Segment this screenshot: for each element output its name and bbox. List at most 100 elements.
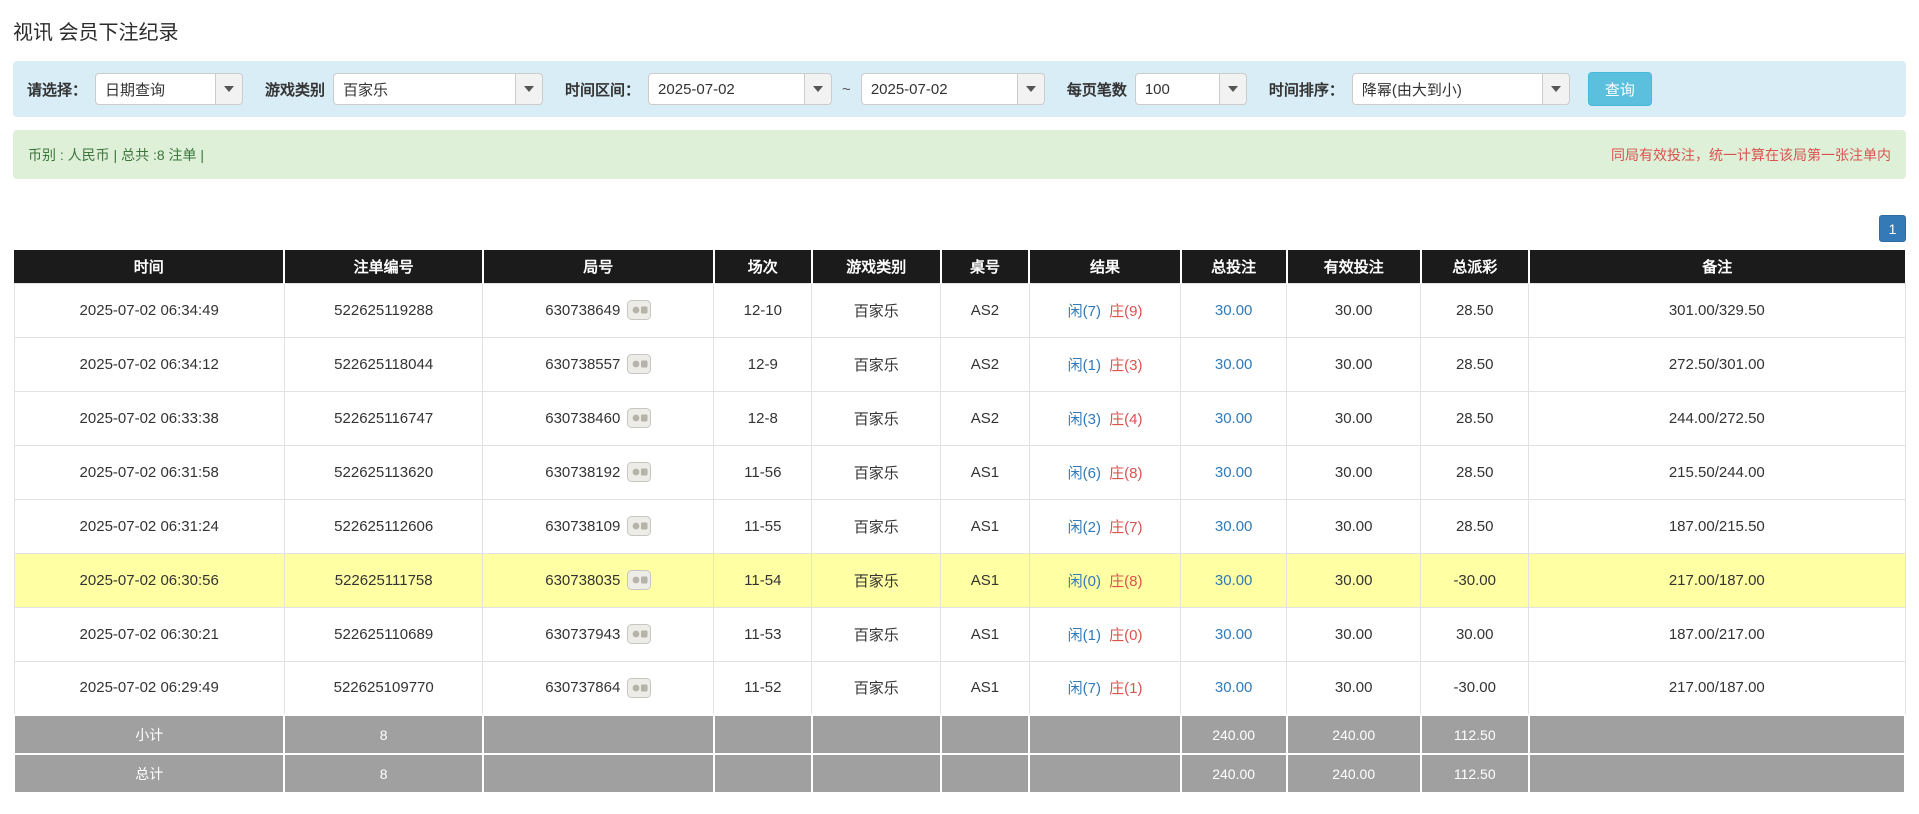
- payout-cell: 28.50: [1421, 499, 1529, 553]
- replay-icon[interactable]: [627, 624, 651, 644]
- sort-label: 时间排序：: [1269, 79, 1344, 100]
- date-from-input[interactable]: [648, 73, 804, 105]
- total-bet-link[interactable]: 30.00: [1215, 626, 1253, 643]
- total-bet-link[interactable]: 30.00: [1215, 464, 1253, 481]
- round-cell: 630737943: [483, 607, 714, 661]
- query-button[interactable]: 查询: [1588, 72, 1652, 106]
- session-cell: 11-56: [714, 445, 812, 499]
- time-cell: 2025-07-02 06:31:24: [14, 499, 284, 553]
- table-no-cell: AS1: [941, 553, 1030, 607]
- date-to-input[interactable]: [861, 73, 1017, 105]
- round-id: 630737864: [545, 679, 620, 696]
- session-cell: 11-54: [714, 553, 812, 607]
- date-to-dropdown-button[interactable]: [1017, 73, 1045, 105]
- game-type-cell: 百家乐: [812, 337, 941, 391]
- header-result: 结果: [1029, 250, 1180, 283]
- total-bet-cell: 30.00: [1181, 391, 1287, 445]
- replay-icon[interactable]: [627, 678, 651, 698]
- replay-icon[interactable]: [627, 354, 651, 374]
- header-bet-id: 注单编号: [284, 250, 483, 283]
- session-cell: 11-52: [714, 661, 812, 715]
- round-id: 630738109: [545, 518, 620, 535]
- empty-cell: [1529, 715, 1905, 754]
- query-type-combobox: [95, 73, 243, 105]
- summary-row: 小计 8 240.00 240.00 112.50: [14, 715, 1905, 754]
- game-type-cell: 百家乐: [812, 661, 941, 715]
- sort-combobox: [1352, 73, 1570, 105]
- time-cell: 2025-07-02 06:34:49: [14, 283, 284, 337]
- game-type-input[interactable]: [333, 73, 515, 105]
- valid-bet-cell: 30.00: [1287, 553, 1421, 607]
- page-title: 视讯 会员下注纪录: [13, 16, 1906, 45]
- empty-cell: [812, 715, 941, 754]
- table-no-cell: AS2: [941, 283, 1030, 337]
- summary-valid-bet-cell: 240.00: [1287, 754, 1421, 793]
- date-from-dropdown-button[interactable]: [804, 73, 832, 105]
- result-banker: 庄(1): [1109, 680, 1142, 697]
- total-bet-link[interactable]: 30.00: [1215, 410, 1253, 427]
- replay-icon[interactable]: [627, 300, 651, 320]
- bet-id-cell: 522625109770: [284, 661, 483, 715]
- result-player: 闲(1): [1068, 357, 1101, 374]
- result-player: 闲(0): [1068, 573, 1101, 590]
- replay-icon[interactable]: [627, 408, 651, 428]
- result-banker: 庄(7): [1109, 519, 1142, 536]
- sort-dropdown-button[interactable]: [1542, 73, 1570, 105]
- summary-valid-bet-cell: 240.00: [1287, 715, 1421, 754]
- page-number-button[interactable]: 1: [1879, 215, 1906, 242]
- table-row: 2025-07-02 06:33:38 522625116747 6307384…: [14, 391, 1905, 445]
- bet-id-cell: 522625118044: [284, 337, 483, 391]
- result-player: 闲(1): [1068, 627, 1101, 644]
- table-no-cell: AS2: [941, 337, 1030, 391]
- valid-bet-cell: 30.00: [1287, 499, 1421, 553]
- time-cell: 2025-07-02 06:33:38: [14, 391, 284, 445]
- bet-id-cell: 522625112606: [284, 499, 483, 553]
- total-bet-link[interactable]: 30.00: [1215, 518, 1253, 535]
- summary-label-cell: 小计: [14, 715, 284, 754]
- page-size-input[interactable]: [1135, 73, 1219, 105]
- caret-down-icon: [224, 86, 234, 92]
- note-cell: 244.00/272.50: [1529, 391, 1905, 445]
- header-round-id: 局号: [483, 250, 714, 283]
- note-cell: 301.00/329.50: [1529, 283, 1905, 337]
- payout-cell: -30.00: [1421, 553, 1529, 607]
- result-cell: 闲(7) 庄(1): [1029, 661, 1180, 715]
- result-cell: 闲(0) 庄(8): [1029, 553, 1180, 607]
- empty-cell: [941, 715, 1030, 754]
- caret-down-icon: [813, 86, 823, 92]
- total-bet-link[interactable]: 30.00: [1215, 356, 1253, 373]
- empty-cell: [941, 754, 1030, 793]
- total-bet-link[interactable]: 30.00: [1215, 302, 1253, 319]
- payout-cell: -30.00: [1421, 661, 1529, 715]
- total-bet-cell: 30.00: [1181, 445, 1287, 499]
- caret-down-icon: [524, 86, 534, 92]
- page-size-dropdown-button[interactable]: [1219, 73, 1247, 105]
- summary-count-cell: 8: [284, 754, 483, 793]
- round-cell: 630737864: [483, 661, 714, 715]
- date-to-combobox: [861, 73, 1045, 105]
- total-bet-link[interactable]: 30.00: [1215, 572, 1253, 589]
- game-type-label: 游戏类别: [265, 79, 325, 100]
- valid-bet-notice: 同局有效投注，统一计算在该局第一张注单内: [1611, 145, 1891, 165]
- table-row: 2025-07-02 06:30:56 522625111758 6307380…: [14, 553, 1905, 607]
- replay-icon[interactable]: [627, 570, 651, 590]
- replay-icon[interactable]: [627, 516, 651, 536]
- bet-id-cell: 522625110689: [284, 607, 483, 661]
- time-cell: 2025-07-02 06:31:58: [14, 445, 284, 499]
- time-cell: 2025-07-02 06:30:56: [14, 553, 284, 607]
- query-type-dropdown-button[interactable]: [215, 73, 243, 105]
- round-id: 630738035: [545, 572, 620, 589]
- replay-icon[interactable]: [627, 462, 651, 482]
- table-row: 2025-07-02 06:29:49 522625109770 6307378…: [14, 661, 1905, 715]
- game-type-dropdown-button[interactable]: [515, 73, 543, 105]
- total-bet-link[interactable]: 30.00: [1215, 679, 1253, 696]
- valid-bet-cell: 30.00: [1287, 445, 1421, 499]
- note-cell: 217.00/187.00: [1529, 661, 1905, 715]
- table-body: 2025-07-02 06:34:49 522625119288 6307386…: [14, 283, 1905, 715]
- caret-down-icon: [1551, 86, 1561, 92]
- header-valid-bet: 有效投注: [1287, 250, 1421, 283]
- total-bet-cell: 30.00: [1181, 337, 1287, 391]
- sort-input[interactable]: [1352, 73, 1542, 105]
- table-footer: 小计 8 240.00 240.00 112.50 总计 8 240.00 24…: [14, 715, 1905, 793]
- query-type-input[interactable]: [95, 73, 215, 105]
